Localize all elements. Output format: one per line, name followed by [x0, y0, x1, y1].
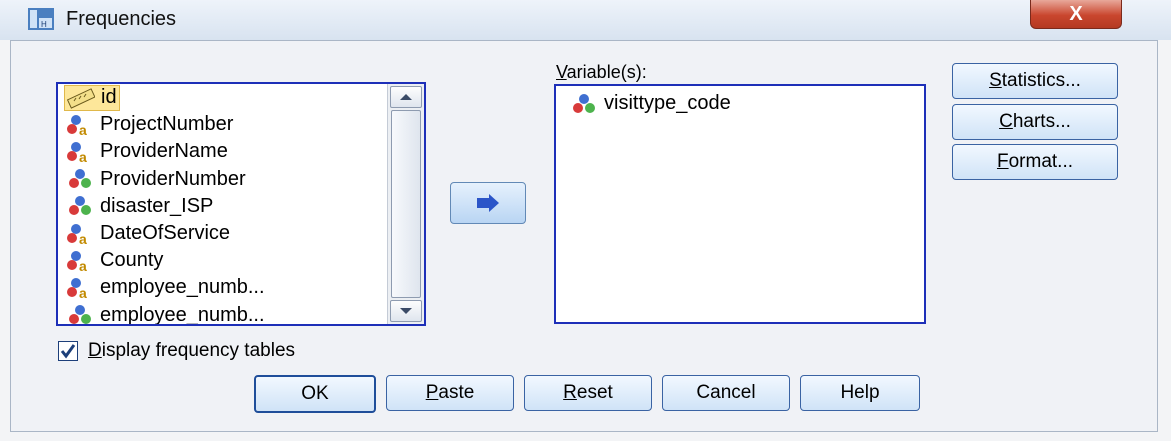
display-frequency-tables-checkbox[interactable] [58, 341, 78, 361]
list-item[interactable]: ProviderNumber [58, 166, 386, 193]
target-variable-label: visittype_code [604, 92, 731, 114]
list-item-label: id [101, 86, 117, 109]
nominal-numeric-icon [69, 169, 91, 189]
list-item-content: a employee_numb... [64, 276, 267, 300]
help-button[interactable]: Help [800, 375, 920, 411]
close-icon: X [1069, 2, 1083, 25]
list-item[interactable]: a County [58, 247, 386, 274]
svg-text:a: a [79, 231, 87, 245]
list-item-content: a ProviderName [64, 140, 230, 164]
scroll-down-button[interactable] [390, 300, 422, 322]
display-frequency-tables-label: Display frequency tables [88, 340, 296, 361]
nominal-numeric-icon [69, 196, 91, 216]
move-variable-button[interactable] [450, 182, 526, 224]
list-scrollbar[interactable] [387, 84, 424, 324]
list-item-content: a ProjectNumber [64, 113, 235, 137]
list-item-label: disaster_ISP [100, 194, 214, 217]
arrow-right-icon [477, 194, 499, 212]
list-item-content: a County [64, 249, 165, 273]
scroll-up-button[interactable] [390, 86, 422, 108]
nominal-numeric-icon [573, 93, 595, 113]
list-item[interactable]: disaster_ISP [58, 193, 386, 220]
svg-text:a: a [79, 149, 87, 163]
close-button[interactable]: X [1030, 0, 1122, 29]
window-title: Frequencies [66, 8, 177, 30]
list-item-content: disaster_ISP [64, 194, 215, 218]
list-item[interactable]: id [58, 84, 386, 111]
list-item[interactable]: a employee_numb... [58, 274, 386, 301]
nominal-string-icon: a [67, 223, 87, 245]
list-item-content: id [64, 84, 120, 111]
variables-label: Variable(s): [556, 62, 647, 82]
chevron-up-icon [400, 94, 412, 100]
checkmark-icon [60, 344, 76, 359]
list-item[interactable]: a ProviderName [58, 138, 386, 165]
title-bar: H Frequencies X [0, 0, 1171, 40]
list-item[interactable]: employee_numb... [58, 302, 386, 326]
list-item-label: DateOfService [100, 222, 231, 245]
list-item-label: County [100, 249, 164, 272]
nominal-numeric-icon [69, 305, 91, 324]
paste-button[interactable]: Paste [386, 375, 514, 411]
statistics-button[interactable]: Statistics... [952, 63, 1118, 99]
svg-text:a: a [79, 285, 87, 299]
scroll-thumb[interactable] [391, 110, 421, 298]
nominal-string-icon: a [67, 114, 87, 136]
list-item-label: ProviderNumber [100, 167, 246, 190]
source-items: id a ProjectNumber a ProviderName ProviderNum… [58, 84, 386, 326]
cancel-button[interactable]: Cancel [662, 375, 790, 411]
ruler-scale-icon [67, 87, 95, 109]
list-item-label: ProviderName [100, 140, 228, 163]
ok-button[interactable]: OK [254, 375, 376, 413]
svg-text:a: a [79, 122, 87, 136]
list-item-content: ProviderNumber [64, 167, 248, 191]
list-item-label: employee_numb... [100, 276, 265, 299]
svg-text:H: H [41, 20, 47, 29]
nominal-string-icon: a [67, 141, 87, 163]
list-item[interactable]: a DateOfService [58, 220, 386, 247]
spss-app-icon: H [28, 8, 54, 30]
list-item-content: employee_numb... [64, 303, 267, 326]
charts-button[interactable]: Charts... [952, 104, 1118, 140]
reset-button[interactable]: Reset [524, 375, 652, 411]
format-button[interactable]: Format... [952, 144, 1118, 180]
display-frequency-tables-row[interactable]: Display frequency tables [58, 340, 295, 362]
chevron-down-icon [400, 308, 412, 314]
list-item[interactable]: a ProjectNumber [58, 111, 386, 138]
nominal-string-icon: a [67, 277, 87, 299]
list-item-label: employee_numb... [100, 303, 265, 326]
svg-text:a: a [79, 258, 87, 272]
target-variable-list[interactable]: visittype_code [554, 84, 926, 324]
target-variable-item[interactable]: visittype_code [570, 92, 731, 115]
list-item-label: ProjectNumber [100, 113, 234, 136]
source-variable-list[interactable]: id a ProjectNumber a ProviderName ProviderNum… [56, 82, 426, 326]
list-item-content: a DateOfService [64, 222, 232, 246]
nominal-string-icon: a [67, 250, 87, 272]
